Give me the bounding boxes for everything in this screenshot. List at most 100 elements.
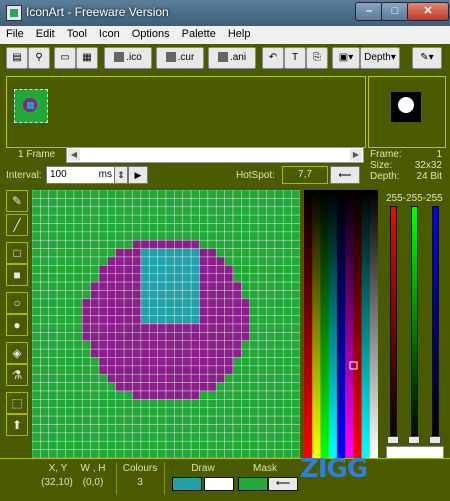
mask-arrow-button[interactable]: ⟵	[268, 477, 298, 491]
color-palette[interactable]	[304, 190, 378, 458]
save-ani-label: .ani	[229, 52, 247, 63]
cursor-icon	[165, 52, 176, 63]
menu-palette[interactable]: Palette	[176, 26, 222, 40]
text-icon[interactable]: T	[284, 47, 306, 69]
frame-info-value: 1	[436, 149, 442, 160]
hotspot-set-button[interactable]: ⟵	[330, 166, 360, 184]
select-icon[interactable]: ⬚	[6, 392, 28, 414]
ico-icon	[114, 52, 125, 63]
menu-help[interactable]: Help	[222, 26, 257, 40]
color-tool-dropdown[interactable]: ✎▾	[412, 47, 442, 69]
interval-unit: ms	[98, 169, 112, 180]
eyedropper-icon[interactable]: ⚗	[6, 364, 28, 386]
hotspot-value: 7,7	[282, 166, 328, 184]
depth-dropdown[interactable]: Depth▾	[360, 47, 400, 69]
new-icon[interactable]: ▤	[6, 47, 28, 69]
status-divider	[164, 463, 165, 495]
wh-label: W , H	[80, 463, 106, 474]
hotspot-label: HotSpot:	[236, 170, 275, 181]
hourglass-icon	[217, 52, 228, 63]
menu-icon[interactable]: Icon	[93, 26, 126, 40]
interval-stepper[interactable]: ⇕	[114, 166, 128, 184]
undo-icon[interactable]: ↶	[262, 47, 284, 69]
toolbar: ▤ ⚲ ▭ ▦ .ico .cur .ani ↶ T ⎘ ▣▾ Depth▾ ✎…	[0, 44, 450, 72]
open-folder-icon[interactable]: ▭	[54, 47, 76, 69]
menu-bar: File Edit Tool Icon Options Palette Help	[0, 26, 450, 45]
fill-bucket-icon[interactable]: ◈	[6, 342, 28, 364]
frame-count-label: 1 Frame	[18, 149, 56, 160]
cursor-preview-panel	[368, 76, 446, 148]
arrow-icon[interactable]: ⬆	[6, 414, 28, 436]
depth-info-label: Depth:	[370, 171, 400, 182]
frame-info-label: Frame:	[370, 149, 402, 160]
depth-info-value: 24 Bit	[416, 171, 442, 182]
mask-color[interactable]	[238, 477, 268, 491]
depth-label: Depth	[364, 52, 391, 63]
line-icon[interactable]: ╱	[6, 214, 28, 236]
status-divider	[116, 463, 117, 495]
colours-label: Colours	[122, 463, 158, 474]
blue-slider-handle[interactable]	[429, 436, 441, 444]
watermark-logo: ZIGG	[300, 454, 368, 484]
close-button[interactable]: ✕	[407, 2, 449, 21]
app-icon	[6, 5, 22, 21]
interval-input[interactable]: 100 ms	[46, 166, 117, 184]
xy-value: (32,10)	[41, 477, 73, 488]
menu-tool[interactable]: Tool	[61, 26, 93, 40]
interval-value: 100	[50, 169, 67, 180]
scroll-right-arrow[interactable]: ▶	[350, 149, 362, 161]
draw-color-primary[interactable]	[172, 477, 202, 491]
draw-label: Draw	[191, 463, 215, 474]
play-button[interactable]: ▶	[128, 166, 148, 184]
thumbnail-core	[27, 102, 34, 109]
frame-scrollbar[interactable]: ◀ ▶	[66, 147, 364, 163]
red-slider[interactable]	[390, 206, 397, 444]
title-bar: IconArt - Freeware Version – □ ✕	[0, 0, 450, 26]
app-window: IconArt - Freeware Version – □ ✕ File Edi…	[0, 0, 450, 501]
status-bar: X, Y (32,10) W , H (0,0) Colours 3 Draw …	[0, 458, 450, 501]
size-info-value: 32x32	[414, 160, 442, 171]
pixel-grid[interactable]	[32, 190, 300, 458]
blue-slider[interactable]	[432, 206, 439, 444]
pixel-canvas[interactable]	[32, 190, 300, 458]
palette-gradient[interactable]	[304, 190, 378, 458]
minimize-button[interactable]: –	[355, 2, 383, 21]
interval-label: Interval:	[6, 170, 42, 181]
filled-ellipse-icon[interactable]: ●	[6, 314, 28, 336]
search-icon[interactable]: ⚲	[28, 47, 50, 69]
save-cur-button[interactable]: .cur	[156, 47, 204, 69]
menu-edit[interactable]: Edit	[30, 26, 61, 40]
maximize-button[interactable]: □	[381, 2, 409, 21]
grid-dropdown[interactable]: ▣▾	[332, 47, 360, 69]
pencil-icon[interactable]: ✎	[6, 190, 28, 212]
wh-value: (0,0)	[82, 477, 104, 488]
save-ico-label: .ico	[126, 52, 142, 63]
ellipse-icon[interactable]: ○	[6, 292, 28, 314]
draw-color-secondary[interactable]	[204, 477, 234, 491]
paste-icon[interactable]: ⎘	[306, 47, 328, 69]
save-ico-button[interactable]: .ico	[104, 47, 152, 69]
cursor-preview-image	[391, 92, 421, 122]
rgb-readout: 255-255-255	[386, 193, 443, 204]
size-info-label: Size:	[370, 160, 393, 171]
colours-value: 3	[137, 477, 143, 488]
menu-options[interactable]: Options	[126, 26, 176, 40]
scroll-left-arrow[interactable]: ◀	[68, 149, 80, 161]
animation-controls: Interval: 100 ms ⇕ ▶ HotSpot: 7,7 ⟵	[0, 164, 366, 186]
green-slider[interactable]	[411, 206, 418, 444]
filled-rectangle-icon[interactable]: ■	[6, 264, 28, 286]
green-slider-handle[interactable]	[408, 436, 420, 444]
xy-label: X, Y	[48, 463, 68, 474]
save-icon[interactable]: ▦	[76, 47, 98, 69]
icon-info: Frame: 1 Size: 32x32 Depth: 24 Bit	[370, 149, 442, 182]
save-ani-button[interactable]: .ani	[208, 47, 256, 69]
menu-file[interactable]: File	[0, 26, 30, 40]
rgb-sliders	[386, 206, 442, 458]
red-slider-handle[interactable]	[387, 436, 399, 444]
save-cur-label: .cur	[177, 52, 195, 63]
rectangle-icon[interactable]: □	[6, 242, 28, 264]
frame-thumbnail[interactable]	[14, 89, 48, 123]
frame-preview-panel	[6, 76, 366, 148]
window-title: IconArt - Freeware Version	[26, 5, 169, 19]
mask-label: Mask	[253, 463, 277, 474]
